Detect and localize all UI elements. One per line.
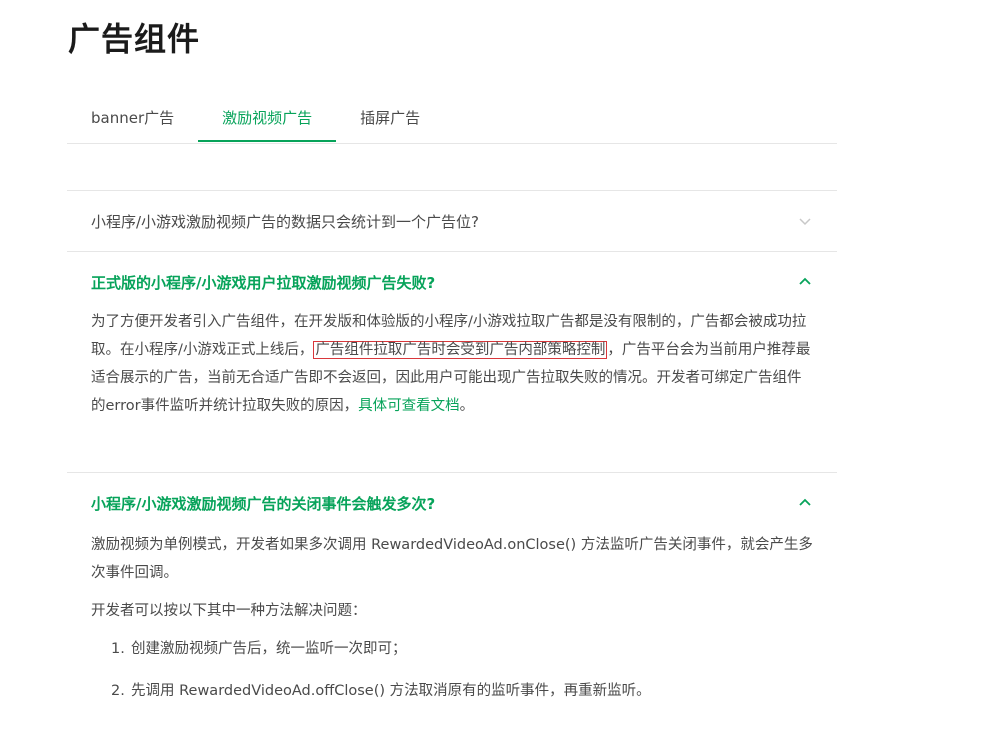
- page-title: 广告组件: [68, 20, 201, 58]
- list-item-text: 先调用 RewardedVideoAd.offClose() 方法取消原有的监听…: [131, 683, 651, 699]
- solution-list: 1. 创建激励视频广告后，统一监听一次即可； 2. 先调用 RewardedVide…: [91, 635, 813, 705]
- tab-rewarded-video-ad[interactable]: 激励视频广告: [198, 96, 337, 142]
- faq-question-header[interactable]: 小程序/小游戏激励视频广告的关闭事件会触发多次?: [67, 473, 837, 533]
- faq-item: 正式版的小程序/小游戏用户拉取激励视频广告失败? 为了方便开发者引入广告组件，在…: [67, 251, 837, 472]
- faq-question-text: 小程序/小游戏激励视频广告的数据只会统计到一个广告位?: [91, 212, 480, 231]
- faq-item: 小程序/小游戏激励视频广告的关闭事件会触发多次? 激励视频为单例模式，开发者如果…: [67, 472, 837, 705]
- faq-answer-paragraph: 激励视频为单例模式，开发者如果多次调用 RewardedVideoAd.onCl…: [91, 537, 813, 581]
- faq-question-header[interactable]: 小程序/小游戏激励视频广告的数据只会统计到一个广告位?: [67, 191, 837, 251]
- faq-list: 小程序/小游戏激励视频广告的数据只会统计到一个广告位? 正式版的小程序/小游戏用…: [67, 190, 837, 719]
- faq-item: 小程序/小游戏激励视频广告的数据只会统计到一个广告位?: [67, 190, 837, 251]
- list-item-number: 2.: [111, 683, 125, 699]
- faq-question-text: 小程序/小游戏激励视频广告的关闭事件会触发多次?: [91, 494, 436, 513]
- list-item-text: 创建激励视频广告后，统一监听一次即可；: [131, 641, 407, 657]
- list-item: 2. 先调用 RewardedVideoAd.offClose() 方法取消原有的…: [91, 677, 813, 705]
- list-item: 1. 创建激励视频广告后，统一监听一次即可；: [91, 635, 813, 663]
- chevron-up-icon[interactable]: [797, 274, 813, 290]
- docs-link[interactable]: 具体可查看文档: [358, 398, 460, 414]
- chevron-up-icon[interactable]: [797, 495, 813, 511]
- list-item-number: 1.: [111, 641, 125, 657]
- tab-banner-ad[interactable]: banner广告: [67, 96, 198, 142]
- chevron-down-icon[interactable]: [797, 213, 813, 229]
- highlighted-text: 广告组件拉取广告时会受到广告内部策略控制: [313, 341, 608, 359]
- faq-answer: 为了方便开发者引入广告组件，在开发版和体验版的小程序/小游戏拉取广告都是没有限制…: [67, 308, 837, 472]
- faq-question-header[interactable]: 正式版的小程序/小游戏用户拉取激励视频广告失败?: [67, 252, 837, 312]
- faq-answer-paragraph: 为了方便开发者引入广告组件，在开发版和体验版的小程序/小游戏拉取广告都是没有限制…: [91, 308, 813, 420]
- faq-question-text: 正式版的小程序/小游戏用户拉取激励视频广告失败?: [91, 273, 436, 292]
- answer-text: 。: [459, 398, 475, 414]
- tab-bar: banner广告 激励视频广告 插屏广告: [67, 96, 837, 144]
- tab-interstitial-ad[interactable]: 插屏广告: [336, 96, 444, 142]
- faq-answer-paragraph: 开发者可以按以下其中一种方法解决问题：: [91, 603, 367, 619]
- faq-answer: 激励视频为单例模式，开发者如果多次调用 RewardedVideoAd.onCl…: [67, 531, 837, 705]
